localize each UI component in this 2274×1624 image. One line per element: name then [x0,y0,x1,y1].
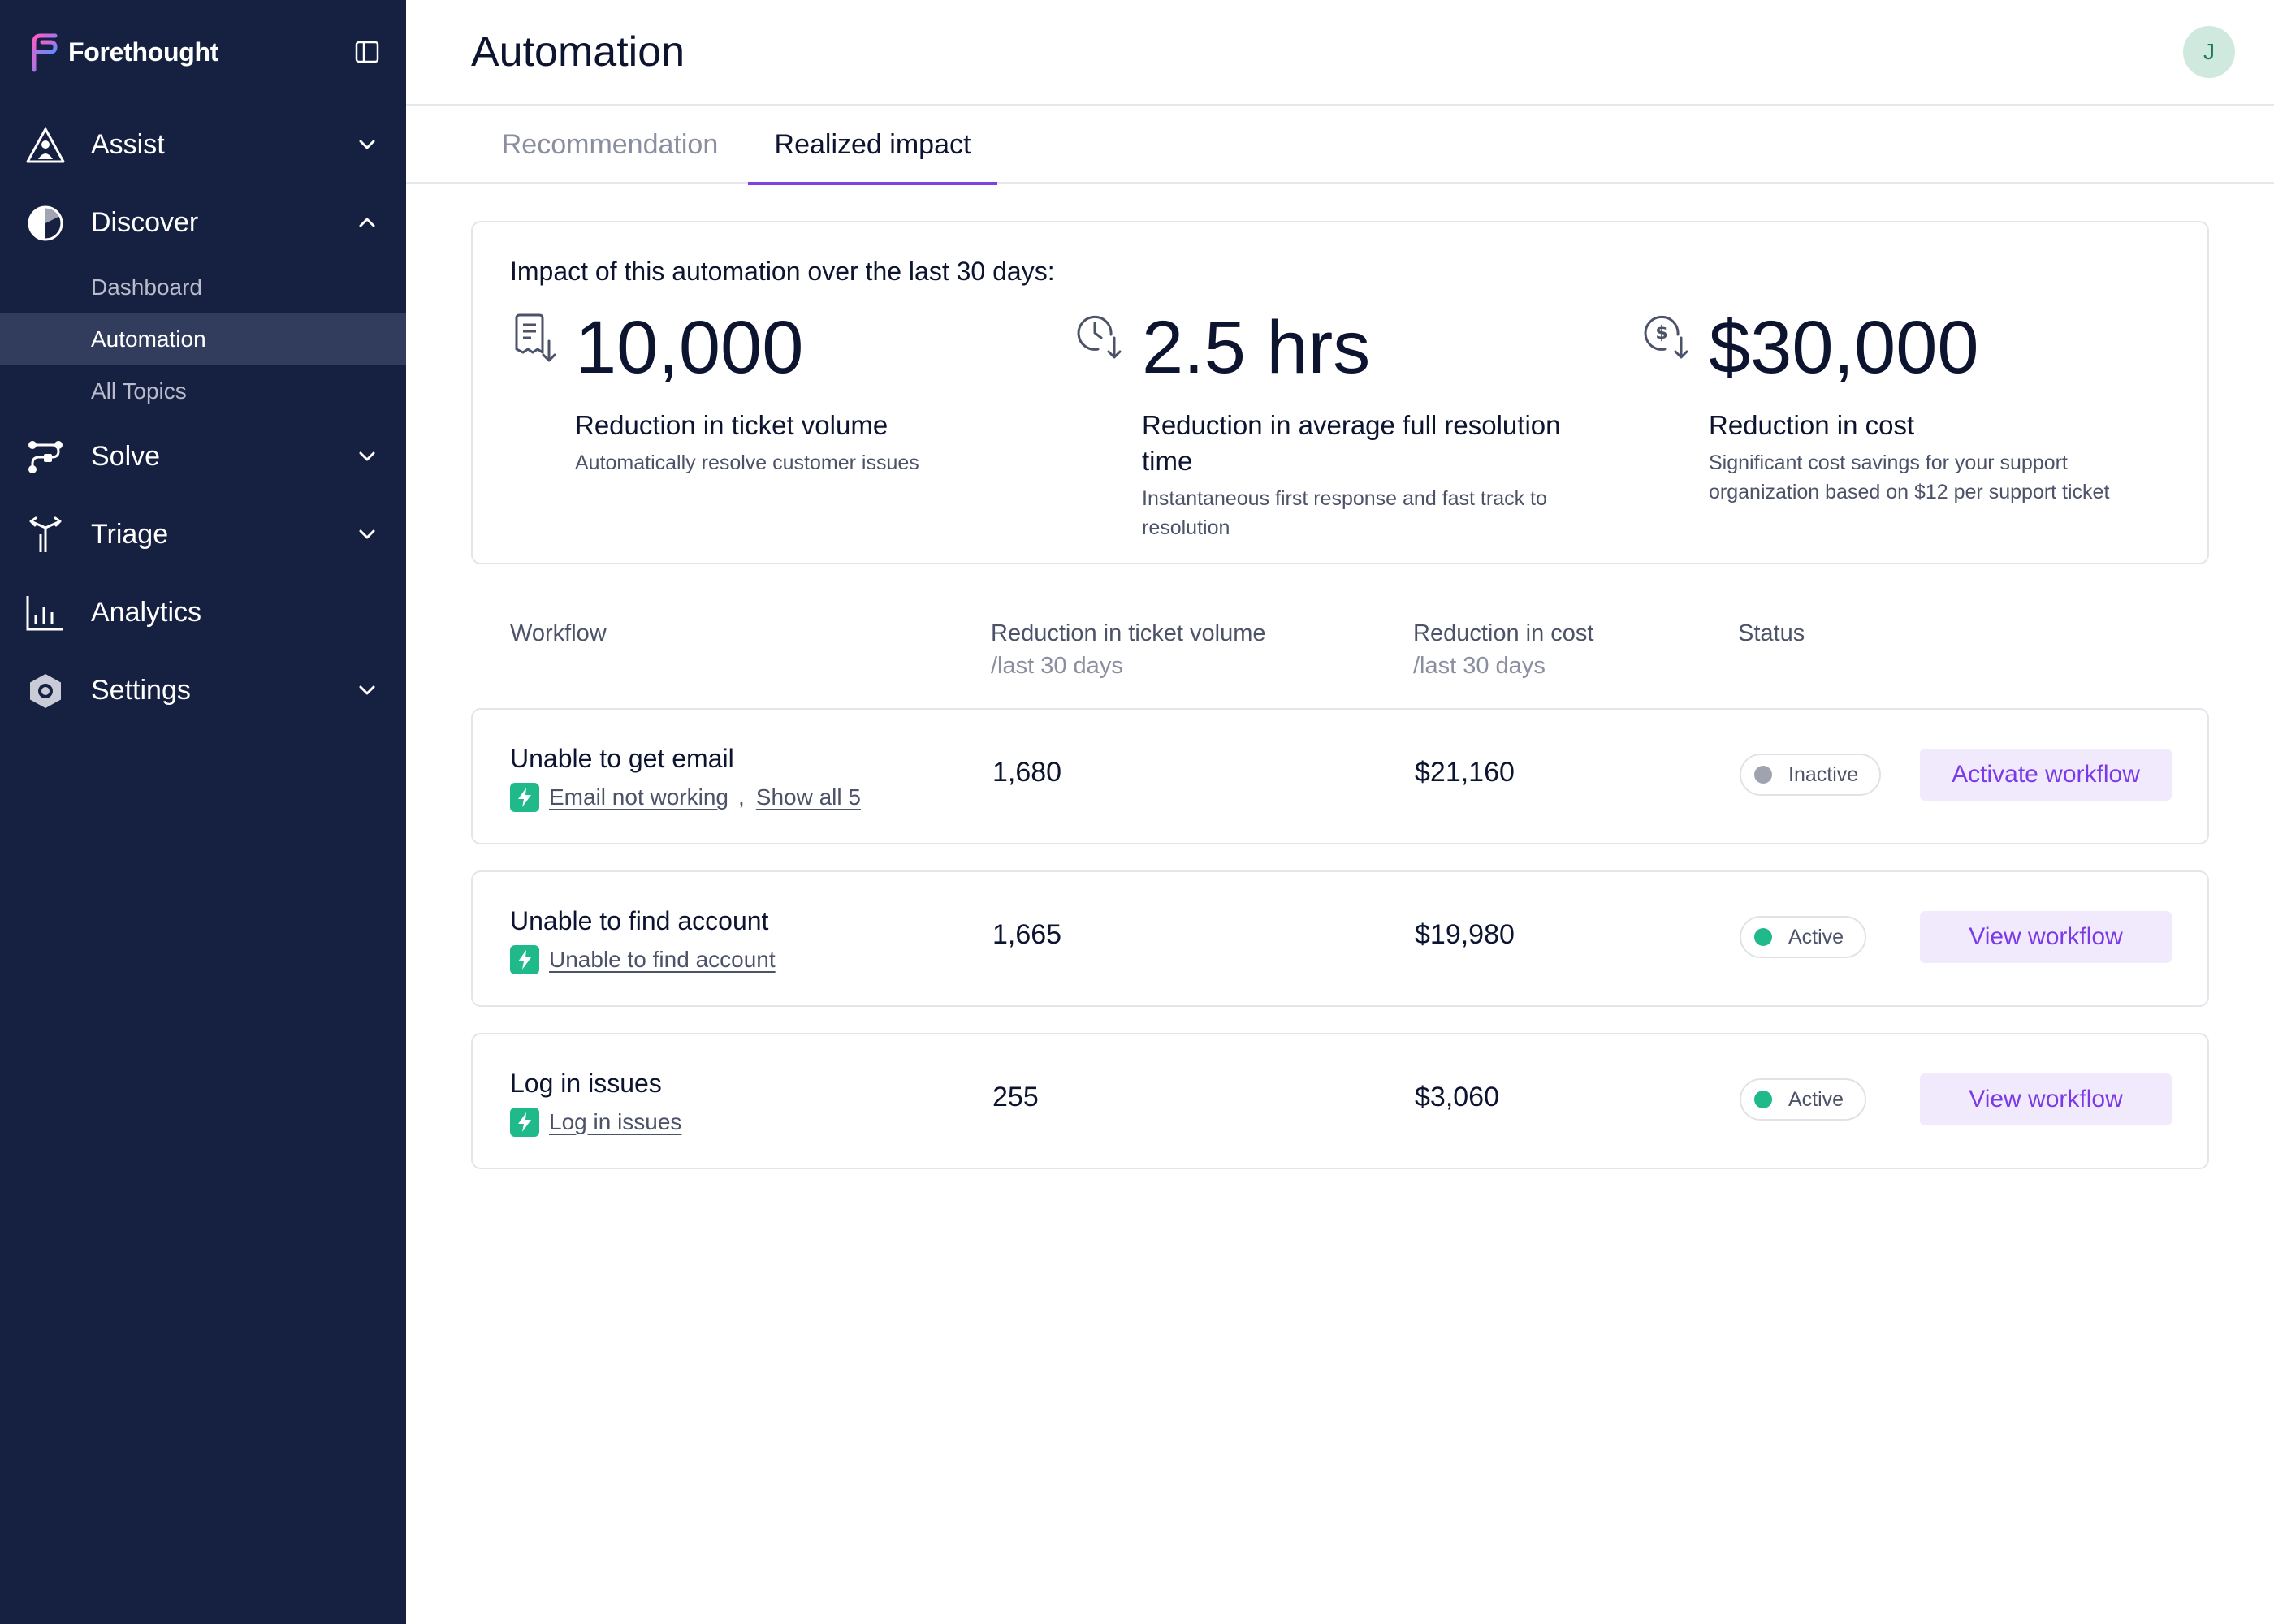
cost-value: $21,160 [1415,757,1515,788]
status-dot [1754,928,1772,946]
lightning-bolt-icon [510,783,539,812]
forethought-logo-icon [32,33,58,72]
status-label: Active [1788,1087,1844,1111]
sidebar-subitem-label: Automation [91,326,206,352]
chevron-down-icon [359,685,375,695]
tab-realized-impact[interactable]: Realized impact [748,106,997,185]
avatar[interactable]: J [2183,26,2235,78]
sidebar-subitem-dashboard[interactable]: Dashboard [0,261,406,313]
volume-value: 255 [992,1082,1039,1112]
status-dot [1754,1091,1772,1108]
cost-value: $19,980 [1415,919,1515,950]
sidebar: Forethought Assist Discover Dashboard Au… [0,0,406,1624]
metric-title: Reduction in cost [1709,410,1915,440]
workflow-name: Log in issues [510,1069,662,1098]
page-header: Automation J [406,0,2274,106]
metric-value: $30,000 [1709,306,1979,389]
sidebar-subitem-automation[interactable]: Automation [0,313,406,365]
table-row: Unable to get email Email not working , … [471,708,2209,844]
status-label: Active [1788,925,1844,948]
tab-bar: Recommendation Realized impact [406,106,2274,185]
settings-icon [30,674,61,708]
column-header-volume: Reduction in ticket volume /last 30 days [991,617,1266,682]
brand-name: Forethought [68,37,219,67]
svg-text:$: $ [1655,323,1667,343]
view-workflow-button[interactable]: View workflow [1920,1073,2172,1125]
volume-value: 1,665 [992,919,1062,950]
sidebar-item-discover[interactable]: Discover [0,190,406,255]
status-label: Inactive [1788,762,1859,786]
activate-workflow-button[interactable]: Activate workflow [1920,749,2172,801]
metric-title: Reduction in average full resolution tim… [1142,410,1561,476]
sidebar-item-label: Analytics [91,596,202,628]
workflow-name: Unable to find account [510,906,769,935]
metric-value: 10,000 [575,306,804,389]
sidebar-item-label: Assist [91,128,165,160]
impact-heading: Impact of this automation over the last … [510,257,1055,286]
column-header-cost: Reduction in cost /last 30 days [1413,617,1593,682]
sidebar-item-analytics[interactable]: Analytics [0,580,406,645]
volume-value: 1,680 [992,757,1062,788]
table-row: Log in issues Log in issues 255 $3,060 A… [471,1033,2209,1169]
brand[interactable]: Forethought [28,29,218,75]
cost-value: $3,060 [1415,1082,1499,1112]
status-badge: Active [1740,916,1867,958]
chevron-down-icon [359,529,375,539]
chevron-down-icon [359,140,375,149]
collapse-sidebar-icon[interactable] [352,37,382,67]
view-workflow-button[interactable]: View workflow [1920,911,2172,963]
metric-title: Reduction in ticket volume [575,410,888,440]
sidebar-item-label: Settings [91,674,191,706]
status-badge: Inactive [1740,754,1882,796]
status-badge: Active [1740,1078,1867,1121]
column-header-workflow: Workflow [510,620,607,646]
page-title: Automation [471,28,685,76]
sidebar-item-solve[interactable]: Solve [0,424,406,489]
receipt-down-icon [515,313,556,362]
discover-icon [28,205,63,241]
sidebar-subitem-label: All Topics [91,378,187,404]
show-all-link[interactable]: Show all 5 [756,784,861,810]
column-header-sub: /last 30 days [1413,653,1546,679]
sidebar-item-label: Solve [91,440,161,472]
sidebar-item-assist[interactable]: Assist [0,112,406,177]
analytics-icon [26,596,63,631]
workflow-links: Log in issues [510,1106,681,1138]
metric-value: 2.5 hrs [1142,306,1371,389]
workflow-links: Unable to find account [510,944,776,976]
workflow-name: Unable to get email [510,744,734,773]
sidebar-item-label: Discover [91,206,199,238]
impact-summary-card: Impact of this automation over the last … [471,221,2209,564]
column-header-sub: /last 30 days [991,653,1123,679]
workflow-links: Email not working , Show all 5 [510,781,861,814]
workflow-intent-link[interactable]: Unable to find account [549,947,776,973]
sidebar-subitem-all-topics[interactable]: All Topics [0,365,406,417]
table-row: Unable to find account Unable to find ac… [471,870,2209,1007]
metric-description: Instantaneous first response and fast tr… [1142,487,1547,539]
sidebar-item-settings[interactable]: Settings [0,658,406,723]
metric-description: Significant cost savings for your suppor… [1709,451,2110,503]
workflow-intent-link[interactable]: Email not working [549,784,728,810]
link-separator: , [737,784,745,810]
solve-icon [28,441,63,473]
column-header-label: Reduction in ticket volume [991,620,1266,646]
status-dot [1754,766,1772,784]
metric-description: Automatically resolve customer issues [575,451,919,474]
column-header-status: Status [1738,620,1805,646]
clock-down-icon [1077,315,1122,359]
sidebar-item-triage[interactable]: Triage [0,502,406,567]
chevron-up-icon [359,218,375,227]
workflow-intent-link[interactable]: Log in issues [549,1109,681,1135]
lightning-bolt-icon [510,1108,539,1137]
lightning-bolt-icon [510,945,539,974]
triage-icon [29,516,62,552]
sidebar-subitem-label: Dashboard [91,274,202,300]
column-header-label: Reduction in cost [1413,620,1594,646]
assist-icon [26,127,65,163]
tab-recommendation[interactable]: Recommendation [498,106,722,184]
chevron-down-icon [359,451,375,461]
dollar-down-icon: $ [1644,315,1688,359]
sidebar-item-label: Triage [91,518,169,550]
